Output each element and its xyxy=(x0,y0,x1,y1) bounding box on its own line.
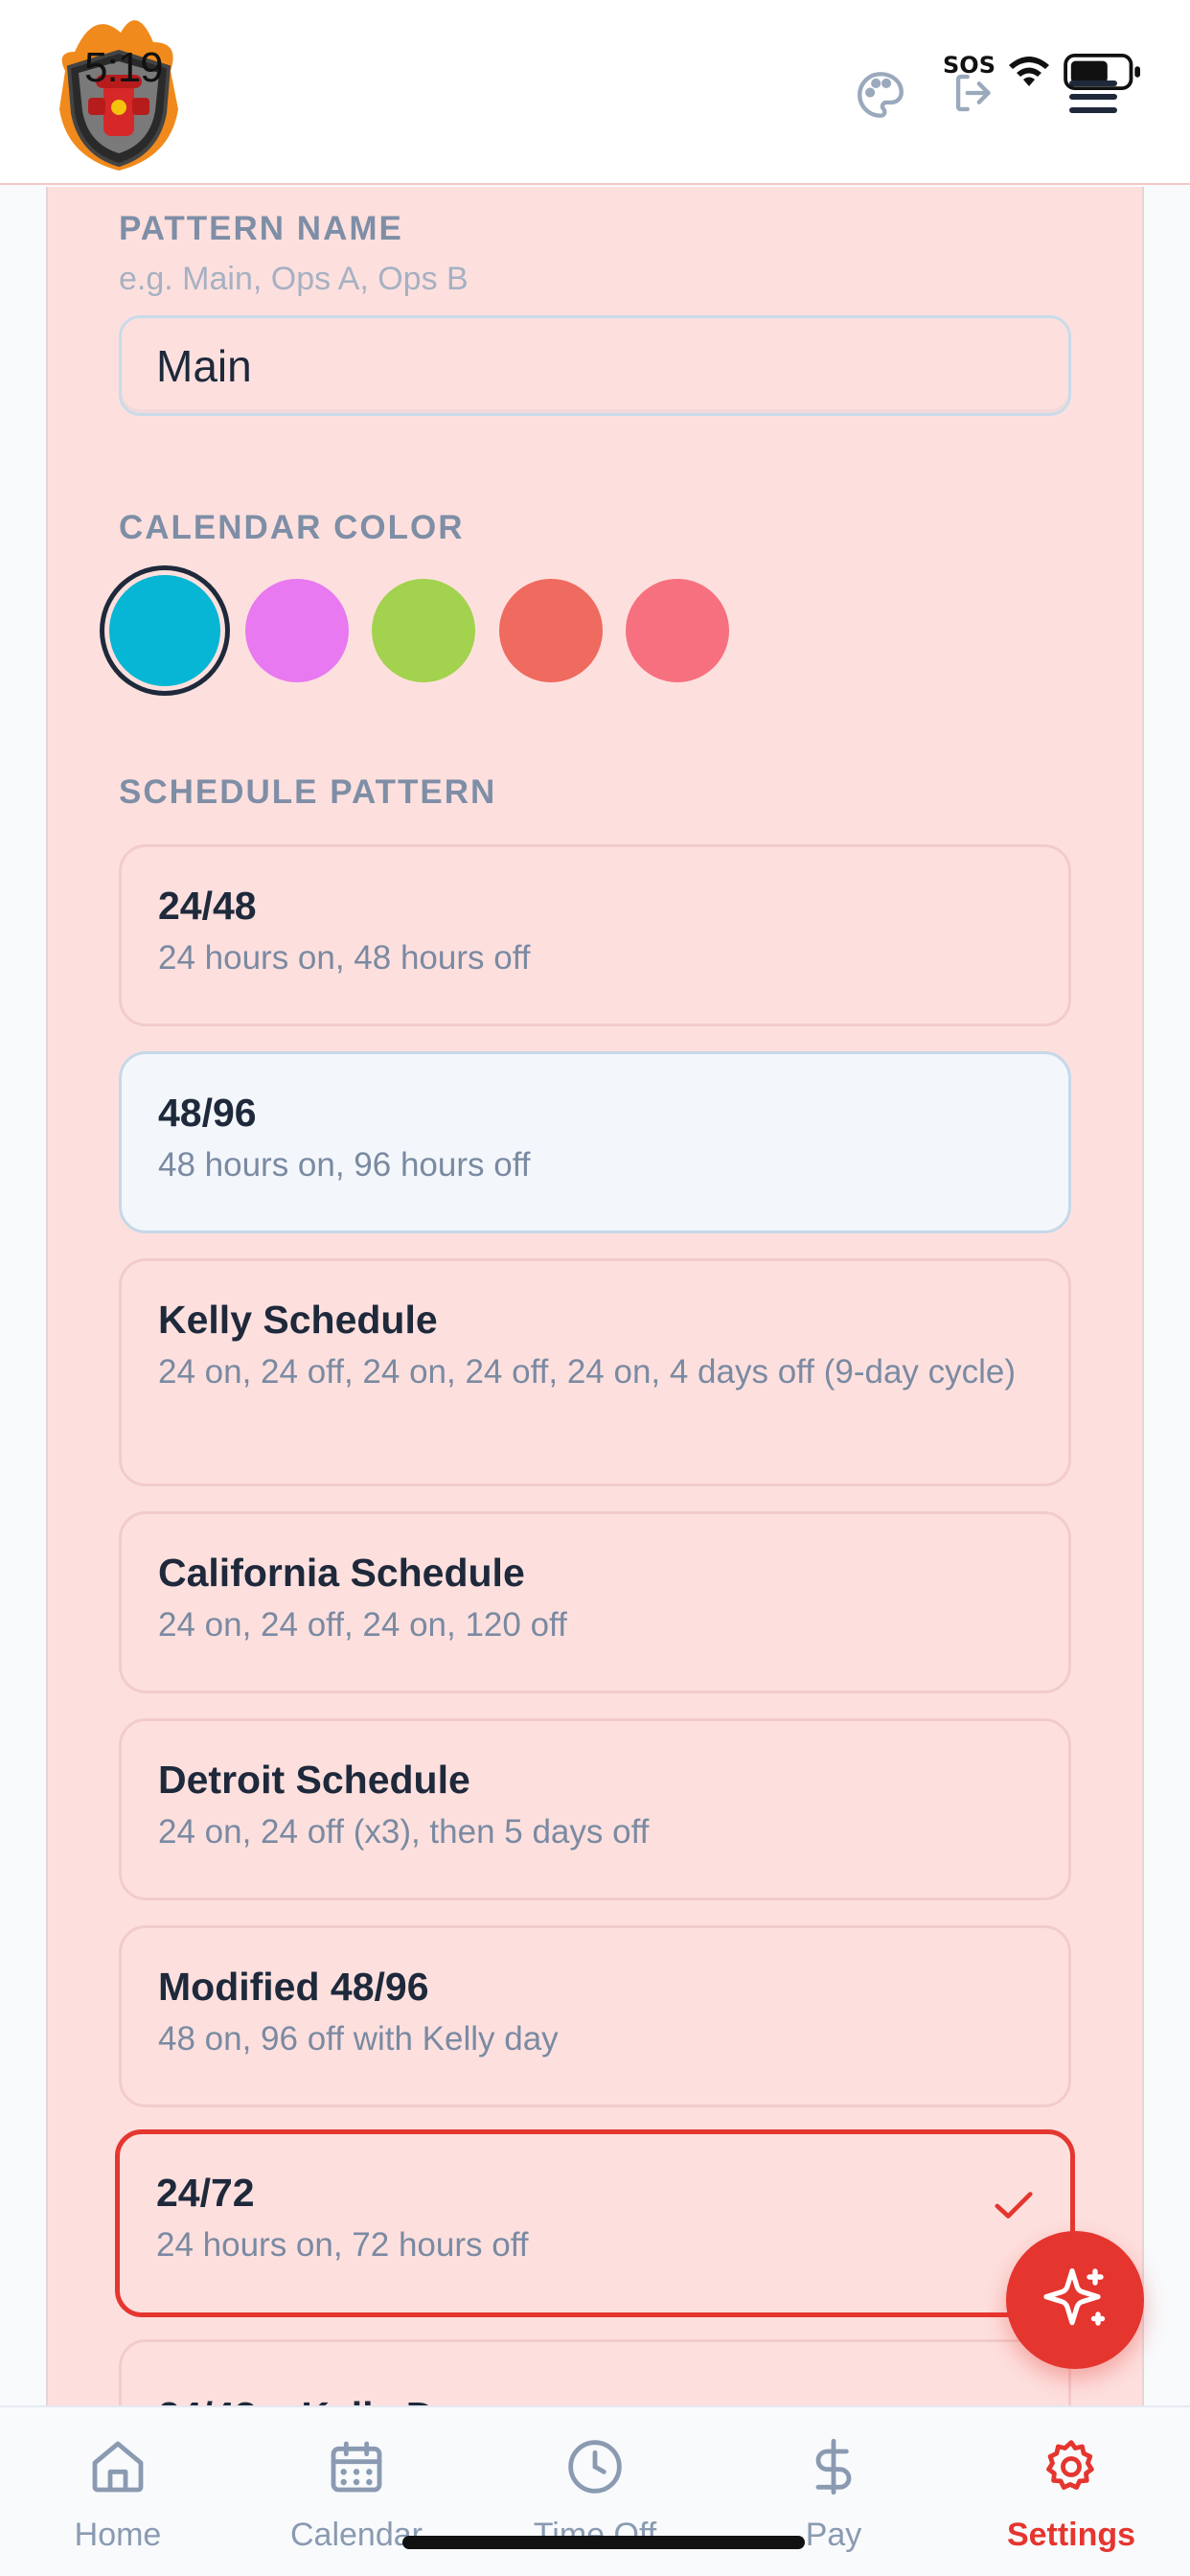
tab-settings[interactable]: Settings xyxy=(975,2407,1167,2576)
pattern-option-detroit[interactable]: Detroit Schedule 24 on, 24 off (x3), the… xyxy=(119,1718,1071,1900)
tab-time-off[interactable]: Time Off xyxy=(499,2407,691,2576)
tab-home[interactable]: Home xyxy=(22,2407,214,2576)
dollar-icon xyxy=(815,2438,852,2496)
pattern-title: 48/96 xyxy=(158,1091,257,1135)
sign-out-icon[interactable] xyxy=(945,65,1004,121)
tab-calendar[interactable]: Calendar xyxy=(261,2407,452,2576)
color-swatch[interactable] xyxy=(626,579,729,682)
schedule-pattern-label: SCHEDULE PATTERN xyxy=(119,773,497,811)
pattern-description: 24 hours on, 48 hours off xyxy=(158,939,531,977)
app-header: 5:19 SOS xyxy=(0,0,1190,185)
home-indicator xyxy=(402,2536,805,2549)
sparkle-icon xyxy=(1043,2267,1106,2326)
pattern-option-48-96[interactable]: 48/96 48 hours on, 96 hours off xyxy=(119,1051,1071,1233)
tab-pay[interactable]: Pay xyxy=(738,2407,929,2576)
pattern-title: Detroit Schedule xyxy=(158,1758,470,1802)
pattern-title: Modified 48/96 xyxy=(158,1965,429,2009)
clock-icon xyxy=(568,2440,622,2494)
firefighter-hydrant-logo[interactable] xyxy=(46,13,192,174)
pattern-title: 24/48 xyxy=(158,884,257,928)
wifi-icon xyxy=(1009,57,1049,86)
calendar-icon xyxy=(331,2441,382,2493)
menu-icon[interactable] xyxy=(1069,77,1117,115)
palette-icon[interactable] xyxy=(853,67,908,123)
pattern-description: 24 on, 24 off, 24 on, 120 off xyxy=(158,1606,567,1644)
pattern-description: 24 on, 24 off, 24 on, 24 off, 24 on, 4 d… xyxy=(158,1353,1017,1391)
color-swatch[interactable] xyxy=(499,579,603,682)
pattern-option-kelly[interactable]: Kelly Schedule 24 on, 24 off, 24 on, 24 … xyxy=(119,1258,1071,1486)
home-icon xyxy=(92,2441,144,2493)
color-swatch[interactable] xyxy=(109,575,220,686)
pattern-description: 24 on, 24 off (x3), then 5 days off xyxy=(158,1813,650,1851)
pattern-name-input[interactable] xyxy=(119,315,1071,416)
check-icon xyxy=(995,2192,1033,2219)
status-time: 5:19 xyxy=(84,44,164,91)
pattern-name-hint: e.g. Main, Ops A, Ops B xyxy=(119,261,469,297)
bottom-tab-bar: Home Calendar Time Off Pay Settings xyxy=(0,2405,1190,2576)
pattern-option-modified-48-96[interactable]: Modified 48/96 48 on, 96 off with Kelly … xyxy=(119,1925,1071,2107)
pattern-description: 24 hours on, 72 hours off xyxy=(156,2226,529,2264)
pattern-title: California Schedule xyxy=(158,1551,525,1595)
pattern-description: 48 on, 96 off with Kelly day xyxy=(158,2020,559,2058)
tab-label: Home xyxy=(74,2517,162,2553)
calendar-color-label: CALENDAR COLOR xyxy=(119,509,465,546)
color-swatch[interactable] xyxy=(372,579,475,682)
gear-icon xyxy=(1046,2440,1094,2490)
pattern-title: 24/72 xyxy=(156,2171,255,2215)
pattern-option-california[interactable]: California Schedule 24 on, 24 off, 24 on… xyxy=(119,1511,1071,1693)
tab-label: Settings xyxy=(1006,2517,1136,2553)
pattern-option-24-72[interactable]: 24/72 24 hours on, 72 hours off xyxy=(115,2129,1075,2317)
pattern-name-label: PATTERN NAME xyxy=(119,210,403,247)
pattern-description: 48 hours on, 96 hours off xyxy=(158,1146,531,1184)
color-swatch[interactable] xyxy=(245,579,349,682)
ai-sparkle-button[interactable] xyxy=(1006,2231,1144,2369)
pattern-title: Kelly Schedule xyxy=(158,1298,438,1342)
pattern-option-24-48[interactable]: 24/48 24 hours on, 48 hours off xyxy=(119,844,1071,1026)
